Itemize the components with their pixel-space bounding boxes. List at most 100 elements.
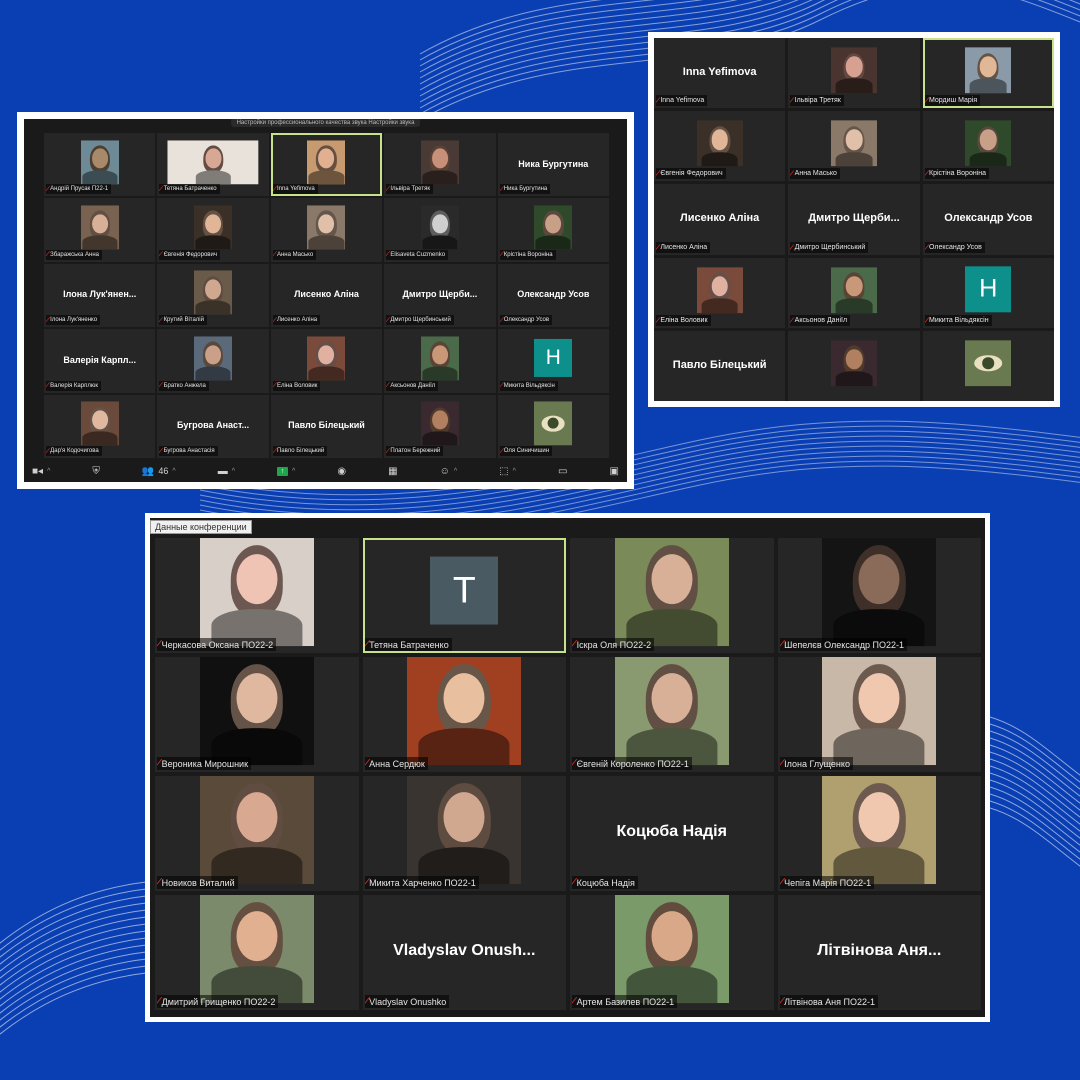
participant-tile[interactable]: Бугрова Анаст... ⁄ Бугрова Анастасія <box>157 394 269 458</box>
conference-data-tab[interactable]: Данные конференции <box>150 520 252 534</box>
participant-tile[interactable]: ⁄ Еліна Воловик <box>270 329 383 393</box>
record-control[interactable]: ◉ <box>337 466 346 477</box>
participant-tile[interactable]: ⁄ Андрій Прусак П22-1 <box>44 133 156 197</box>
participant-tile[interactable]: ⁄ Євгенія Федорович <box>654 111 786 182</box>
participant-tile[interactable]: ⁄ Тетяна Батраченко <box>157 133 269 197</box>
participant-name-text: Лисенко Аліна <box>276 317 318 324</box>
participant-name-label: ⁄ Іскра Оля ПО22-2 <box>572 638 655 651</box>
participant-tile[interactable]: ⁄ Шепелєв Олександр ПО22-1 <box>777 538 981 653</box>
participant-tile[interactable]: ⁄ Ільвіра Третяк <box>788 38 920 109</box>
captions-control[interactable]: ▣ <box>609 466 618 477</box>
chat-control[interactable]: ▬ ^ <box>218 466 235 477</box>
participants-control[interactable]: 👥 46 ^ <box>142 466 176 477</box>
participant-tile[interactable]: ⁄ Аксьонов Даніїл <box>384 329 496 393</box>
participant-tile[interactable]: Валерія Карпл... ⁄ Валерія Карплюк <box>44 329 156 393</box>
participant-tile[interactable]: Олександр Усов ⁄ Олександр Усов <box>922 184 1054 255</box>
apps-control[interactable]: ▦ <box>388 466 397 477</box>
participant-tile[interactable]: ⁄ Elisaveta Cuzmenko <box>384 198 496 262</box>
participant-tile[interactable]: Коцюба Надія ⁄ Коцюба Надія <box>570 776 774 891</box>
participant-name-text: Elisaveta Cuzmenko <box>390 251 446 258</box>
participant-tile[interactable]: ⁄ Крістіна Вороніна <box>922 111 1054 182</box>
participant-tile[interactable]: ⁄ Крістіна Вороніна <box>497 198 609 262</box>
participant-name-label: ⁄ Шепелєв Олександр ПО22-1 <box>779 638 908 651</box>
participant-tile[interactable]: Лисенко Аліна ⁄ Лисенко Аліна <box>654 184 786 255</box>
muted-mic-icon: ⁄ <box>499 447 503 455</box>
participant-name-label: ⁄ Бугрова Анастасія <box>159 446 218 456</box>
participant-tile[interactable]: Дмитро Щерби... ⁄ Дмитро Щербинський <box>788 184 920 255</box>
participant-name-text: Дмитро Щербинський <box>794 243 866 251</box>
muted-mic-icon: ⁄ <box>157 639 161 650</box>
participant-tile[interactable]: Олександр Усов ⁄ Олександр Усов <box>497 263 609 328</box>
participant-name-text: Іскра Оля ПО22-2 <box>576 639 652 650</box>
participant-video <box>80 205 119 250</box>
participant-tile[interactable]: Павло Білецький ⁄ Павло Білецький <box>270 394 383 458</box>
participant-tile[interactable] <box>788 330 920 401</box>
participant-tile[interactable]: ⁄ Inna Yefimova <box>270 133 383 197</box>
participant-tile[interactable]: T ⁄ Тетяна Батраченко <box>362 538 566 653</box>
participant-tile[interactable]: ⁄ Іскра Оля ПО22-2 <box>570 538 774 653</box>
participant-video <box>199 895 314 1003</box>
participant-name-label: ⁄ Крістіна Вороніна <box>924 168 990 180</box>
audio-settings-note[interactable]: Настройки профессионального качества зву… <box>230 119 421 127</box>
muted-mic-icon: ⁄ <box>46 185 49 193</box>
participant-tile[interactable]: H ⁄ Микита Вільдяксін <box>497 329 609 393</box>
participant-tile[interactable]: Павло Білецький <box>654 330 786 401</box>
participant-tile[interactable]: ⁄ Еліна Воловик <box>654 257 786 328</box>
participant-tile[interactable]: ⁄ Євгеній Короленко ПО22-1 <box>570 657 774 772</box>
participant-name-text: Новиков Виталий <box>161 877 235 888</box>
participant-tile[interactable] <box>922 330 1054 401</box>
participant-tile[interactable]: ⁄ Ільвіра Третяк <box>384 133 496 197</box>
participant-tile[interactable]: H ⁄ Микита Вільдяксін <box>922 257 1054 328</box>
participant-tile[interactable]: ⁄ Ілона Глущенко <box>777 657 981 772</box>
participant-tile[interactable]: ⁄ Крутий Віталій <box>157 263 269 328</box>
participant-tile[interactable]: ⁄ Мордиш Марія <box>922 38 1054 109</box>
participant-tile[interactable]: Inna Yefimova ⁄ Inna Yefimova <box>654 38 786 109</box>
participant-video <box>614 895 729 1003</box>
chevron-up-icon: ^ <box>512 467 516 475</box>
participant-tile[interactable]: ⁄ Вероника Мирошник <box>155 657 359 772</box>
participant-tile[interactable]: ⁄ Братко Анжела <box>157 329 269 393</box>
participant-name-label: ⁄ Дар'я Кодочигова <box>46 446 102 456</box>
participant-display-name: Літвінова Аня... <box>817 941 942 959</box>
muted-mic-icon: ⁄ <box>386 316 389 324</box>
participant-tile[interactable]: ⁄ Дар'я Кодочигова <box>44 394 156 458</box>
participant-tile[interactable]: Ілона Лук'янен... ⁄ Ілона Лук'яненко <box>44 263 156 328</box>
participant-video <box>696 120 743 167</box>
bottom-gallery: ⁄ Черкасова Оксана ПО22-2 T ⁄ Тетяна Батраче… <box>155 538 981 1010</box>
participant-display-name: Лисенко Аліна <box>680 212 760 225</box>
participant-tile[interactable]: ⁄ Оля Синичишин <box>497 394 609 458</box>
participant-tile[interactable]: ⁄ Анна Масько <box>270 198 383 262</box>
participant-tile[interactable]: ⁄ Анна Масько <box>788 111 920 182</box>
notes-control[interactable]: ▭ <box>558 466 567 477</box>
muted-mic-icon: ⁄ <box>273 316 276 324</box>
participant-tile[interactable]: ⁄ Чепіга Марія ПО22-1 <box>777 776 981 891</box>
security-control[interactable]: ⛨ <box>92 466 100 477</box>
participant-tile[interactable]: ⁄ Збаражська Анна <box>44 198 156 262</box>
whiteboard-control[interactable]: ⬚ ^ <box>499 466 516 477</box>
participant-tile[interactable]: ⁄ Аксьонов Даніїл <box>788 257 920 328</box>
participant-tile[interactable]: ⁄ Артем Базилев ПО22-1 <box>570 895 774 1010</box>
participant-tile[interactable]: ⁄ Платон Бережний <box>384 394 496 458</box>
apps-icon: ▦ <box>388 465 398 477</box>
share-screen-control[interactable]: ↑ ^ <box>277 466 295 476</box>
participant-tile[interactable]: ⁄ Анна Сердюк <box>362 657 566 772</box>
bottom-zoom-window: Данные конференции ⁄ Черкасова Оксана ПО2… <box>150 518 985 1017</box>
participant-tile[interactable]: Лисенко Аліна ⁄ Лисенко Аліна <box>270 263 383 328</box>
muted-mic-icon: ⁄ <box>159 251 163 259</box>
reactions-control[interactable]: ☺ ^ <box>440 466 458 477</box>
participant-name-label: ⁄ Крістіна Вороніна <box>499 249 556 260</box>
participant-tile[interactable]: ⁄ Дмитрий Грищенко ПО22-2 <box>155 895 359 1010</box>
captions-icon: ▣ <box>609 465 619 477</box>
video-control[interactable]: ■◂ ^ <box>32 466 50 477</box>
participant-tile[interactable]: Vladyslav Onush... ⁄ Vladyslav Onushko <box>362 895 566 1010</box>
muted-mic-icon: ⁄ <box>273 382 276 390</box>
muted-mic-icon: ⁄ <box>779 758 784 769</box>
participant-tile[interactable]: Ника Бургутина ⁄ Ника Бургутина <box>497 133 609 197</box>
participant-display-name: Дмитро Щерби... <box>808 212 900 225</box>
participant-tile[interactable]: Літвінова Аня... ⁄ Літвінова Аня ПО22-1 <box>777 895 981 1010</box>
participant-tile[interactable]: ⁄ Євгенія Федорович <box>157 198 269 262</box>
participant-tile[interactable]: ⁄ Черкасова Оксана ПО22-2 <box>155 538 359 653</box>
participant-tile[interactable]: ⁄ Микита Харченко ПО22-1 <box>362 776 566 891</box>
participant-tile[interactable]: Дмитро Щерби... ⁄ Дмитро Щербинський <box>384 263 496 328</box>
participant-tile[interactable]: ⁄ Новиков Виталий <box>155 776 359 891</box>
